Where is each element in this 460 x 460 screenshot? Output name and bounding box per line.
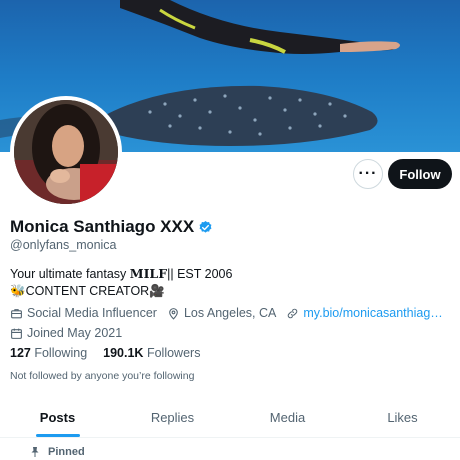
profile-bio: Your ultimate fantasy 𝐌𝐈𝐋𝐅|| EST 2006 🐝C… (10, 266, 232, 300)
follow-stats: 127 Following 190.1K Followers (10, 346, 216, 360)
bee-emoji-icon: 🐝 (10, 284, 26, 298)
profile-tabs: Posts Replies Media Likes (0, 398, 460, 438)
following-count: 127 (10, 346, 31, 360)
followers-stat[interactable]: 190.1K Followers (103, 346, 200, 360)
pinned-label: Pinned (48, 446, 85, 458)
profile-avatar[interactable] (10, 96, 122, 208)
more-options-button[interactable]: ··· (353, 159, 383, 189)
tab-likes[interactable]: Likes (345, 398, 460, 437)
bio-line-1: Your ultimate fantasy 𝐌𝐈𝐋𝐅|| EST 2006 (10, 266, 232, 283)
category-label: Social Media Influencer (27, 306, 157, 320)
bio-styled-text: 𝐌𝐈𝐋𝐅 (129, 267, 168, 281)
joined-item: Joined May 2021 (10, 326, 122, 340)
briefcase-icon (11, 308, 22, 318)
link-icon (288, 308, 298, 318)
tab-replies[interactable]: Replies (115, 398, 230, 437)
pin-icon (31, 447, 39, 457)
bio-text: Your ultimate fantasy (10, 267, 130, 281)
camera-emoji-icon: 🎥 (149, 284, 165, 298)
profile-handle: @onlyfans_monica (10, 238, 117, 252)
followers-count: 190.1K (103, 346, 144, 360)
tab-media[interactable]: Media (230, 398, 345, 437)
follow-button[interactable]: Follow (388, 159, 452, 189)
followers-label: Followers (146, 346, 201, 360)
location-item: Los Angeles, CA (167, 306, 276, 320)
location-label: Los Angeles, CA (183, 306, 277, 320)
verified-badge-icon[interactable] (198, 220, 213, 235)
location-pin-icon (169, 307, 178, 320)
calendar-icon (11, 328, 22, 339)
display-name: Monica Santhiago XXX (10, 217, 195, 236)
following-label: Following (34, 346, 88, 360)
joined-label: Joined May 2021 (27, 326, 123, 340)
name-row: Monica Santhiago XXX (10, 217, 213, 237)
bio-line-2: 🐝CONTENT CREATOR🎥 (10, 283, 232, 300)
link-item[interactable]: my.bio/monicasanthiag… (286, 306, 443, 320)
following-stat[interactable]: 127 Following (10, 346, 87, 360)
not-followed-note: Not followed by anyone you’re following (10, 370, 195, 382)
avatar-image (14, 100, 118, 204)
profile-meta: Social Media Influencer Los Angeles, CA … (10, 306, 453, 346)
pinned-indicator: Pinned (30, 446, 85, 458)
more-options-icon: ··· (358, 165, 378, 182)
profile-link[interactable]: my.bio/monicasanthiag… (303, 306, 442, 320)
category-item: Social Media Influencer (10, 306, 157, 320)
bio-text-suffix: || EST 2006 (167, 267, 233, 281)
bio-creator-text: CONTENT CREATOR (25, 284, 150, 298)
tab-posts[interactable]: Posts (0, 398, 115, 437)
